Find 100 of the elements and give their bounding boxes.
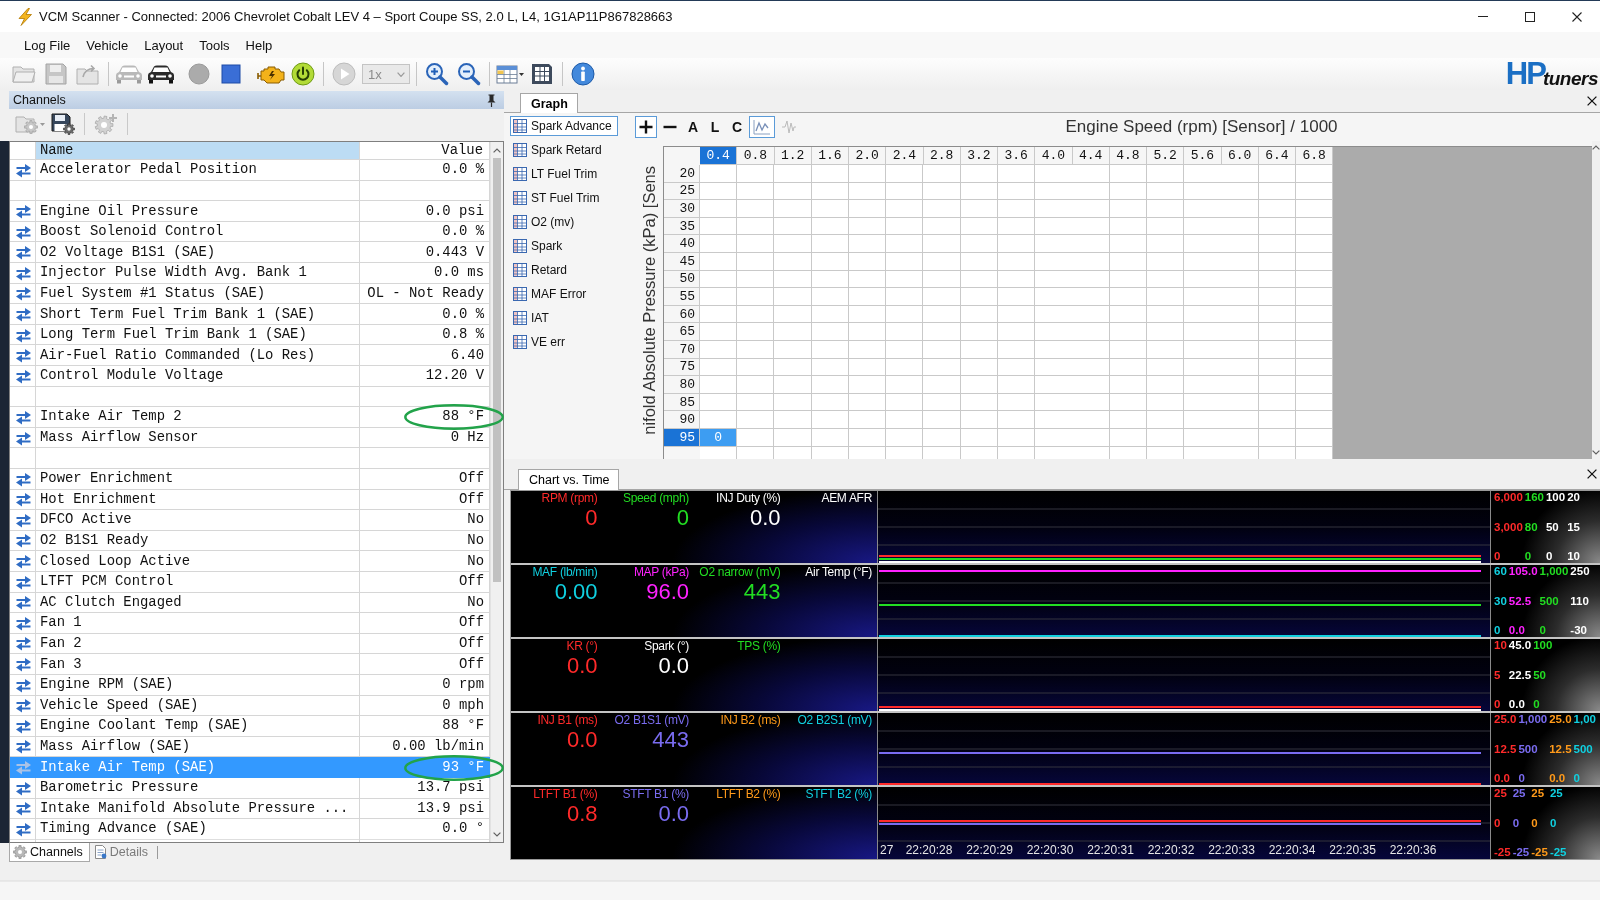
row-header[interactable]: 90 [664,411,700,429]
gauge-value: 0.0 [658,654,689,678]
channel-name-cell[interactable]: Intake Manifold Absolute Pressure ... [36,798,360,819]
channel-name-cell[interactable]: Injector Pulse Width Avg. Bank 1 [36,262,360,284]
channel-name-cell[interactable]: Engine Oil Pressure [36,201,360,222]
channel-name-cell[interactable]: Engine Coolant Temp (SAE) [36,716,360,737]
channel-name-cell[interactable]: Air-Fuel Ratio Commanded (Lo Res) [36,345,360,366]
table-list-item[interactable]: O2 (mv) [510,212,581,232]
channel-name-cell[interactable]: DFCO Active [36,510,360,531]
row-header[interactable]: 30 [664,200,700,218]
gear-icon [13,845,27,859]
column-header[interactable]: 6.0 [1221,147,1259,165]
tab[interactable]: Chart vs. Time [518,469,619,490]
channel-name-cell[interactable]: Mass Airflow Sensor [36,427,360,449]
table-list-item[interactable]: Spark Advance [510,116,618,136]
table-list-item[interactable]: Spark Retard [510,140,608,160]
channel-name-cell[interactable]: Fan 1 [36,613,360,634]
column-header[interactable]: Name [36,142,360,160]
tab[interactable]: Graph [520,93,578,113]
table-list-item[interactable]: IAT [510,308,555,328]
channel-name-cell[interactable]: Short Term Fuel Trim Bank 1 (SAE) [36,304,360,325]
row-header[interactable]: 55 [664,288,700,306]
channel-name-cell[interactable]: Fan 3 [36,654,360,675]
arrows-icon [14,245,32,261]
table-list-item[interactable]: Retard [510,260,574,280]
channel-name-cell[interactable]: LTFT PCM Control [36,571,360,593]
plus-icon [639,120,653,134]
channel-name-cell[interactable]: Timing Advance (SAE) [36,819,360,840]
chevron-down-icon [397,71,405,77]
scrollbar-thumb[interactable] [493,158,501,582]
row-header[interactable]: 80 [664,376,700,394]
column-header[interactable]: 1.2 [774,147,812,165]
table-icon [513,167,527,181]
scrollbar[interactable] [1592,141,1600,459]
row-header[interactable]: 65 [664,323,700,341]
column-header[interactable]: 4.0 [1035,147,1073,165]
folder-gear-icon [15,114,38,134]
column-header[interactable]: 0.8 [737,147,775,165]
menu-item[interactable]: Tools [191,34,238,56]
channel-value-cell-text: 0.0 % [441,222,485,242]
channel-name-cell[interactable]: O2 Voltage B1S1 (SAE) [36,242,360,263]
channel-name-cell[interactable]: Power Enrichment [36,468,360,490]
table-list-item[interactable]: MAF Error [510,284,593,304]
column-header[interactable]: 2.0 [849,147,887,165]
menu-item[interactable]: Log File [16,34,79,56]
arrows-icon [14,821,32,837]
tab[interactable]: Channels [9,843,90,862]
table-list-item[interactable]: VE err [510,332,571,352]
axis-tick-label: -30 [1570,624,1588,637]
channel-name-cell[interactable]: Control Module Voltage [36,365,360,387]
channel-name-cell[interactable]: Boost Solenoid Control [36,221,360,243]
axis-tick-label: 30 [1494,594,1507,608]
menu-item[interactable]: Layout [136,34,192,56]
column-header[interactable]: 4.4 [1072,147,1110,165]
column-header[interactable]: 3.2 [960,147,998,165]
channel-name-cell[interactable]: Long Term Fuel Trim Bank 1 (SAE) [36,324,360,346]
channel-name-cell[interactable]: Intake Air Temp 2 [36,407,360,428]
table-list-item[interactable]: ST Fuel Trim [510,188,606,208]
channel-name-cell[interactable]: Barometric Pressure [36,777,360,799]
channel-name-cell[interactable]: AC Clutch Engaged [36,592,360,614]
channel-value-cell-text: 0.443 V [424,242,485,262]
close-icon [1587,96,1597,106]
table-list-item[interactable]: Spark [510,236,569,256]
channel-name-cell[interactable]: O2 B1S1 Ready [36,530,360,552]
channel-name-cell[interactable]: Mass Airflow (SAE) [36,736,360,758]
channel-name-cell[interactable]: Vehicle Speed (SAE) [36,695,360,717]
row-header[interactable]: 40 [664,235,700,253]
column-header[interactable]: 4.8 [1109,147,1147,165]
channel-name-cell[interactable]: Engine RPM (SAE) [36,674,360,696]
column-header[interactable]: 6.8 [1296,147,1334,165]
toolbar-button[interactable] [48,110,78,138]
arrows-icon [14,368,32,384]
column-header[interactable]: 5.2 [1147,147,1185,165]
column-header[interactable]: 1.6 [811,147,849,165]
menu-item[interactable]: Vehicle [78,34,137,56]
channel-value-cell-text: 12.20 V [424,366,485,386]
tool-button[interactable]: L [705,116,725,138]
channel-name-cell[interactable]: Hot Enrichment [36,489,360,511]
column-header[interactable]: 0.4 [700,147,738,165]
tab[interactable]: Details [89,843,156,862]
scrollbar[interactable] [490,142,503,842]
table-list-item[interactable]: LT Fuel Trim [510,164,604,184]
column-header[interactable]: 5.6 [1184,147,1222,165]
channel-name-cell[interactable]: Fuel System #1 Status (SAE) [36,283,360,305]
tool-button[interactable]: C [727,116,747,138]
menu-item[interactable]: Help [237,34,281,56]
column-header[interactable]: 6.4 [1258,147,1296,165]
tool-button[interactable] [635,116,657,138]
column-header[interactable]: 2.4 [886,147,924,165]
pin-icon [487,93,496,107]
axis-tick-label: 110 [1570,594,1590,608]
column-header[interactable]: 2.8 [923,147,961,165]
tool-button[interactable]: A [683,116,703,138]
column-header[interactable]: 3.6 [998,147,1036,165]
channel-value-cell-text: No [466,592,485,612]
channel-name-cell[interactable]: Fan 2 [36,633,360,655]
arrows-icon [14,409,32,425]
row-header[interactable]: 20 [664,165,700,183]
channel-name-cell[interactable]: Accelerator Pedal Position [36,160,360,181]
channel-name-cell[interactable]: Closed Loop Active [36,551,360,572]
